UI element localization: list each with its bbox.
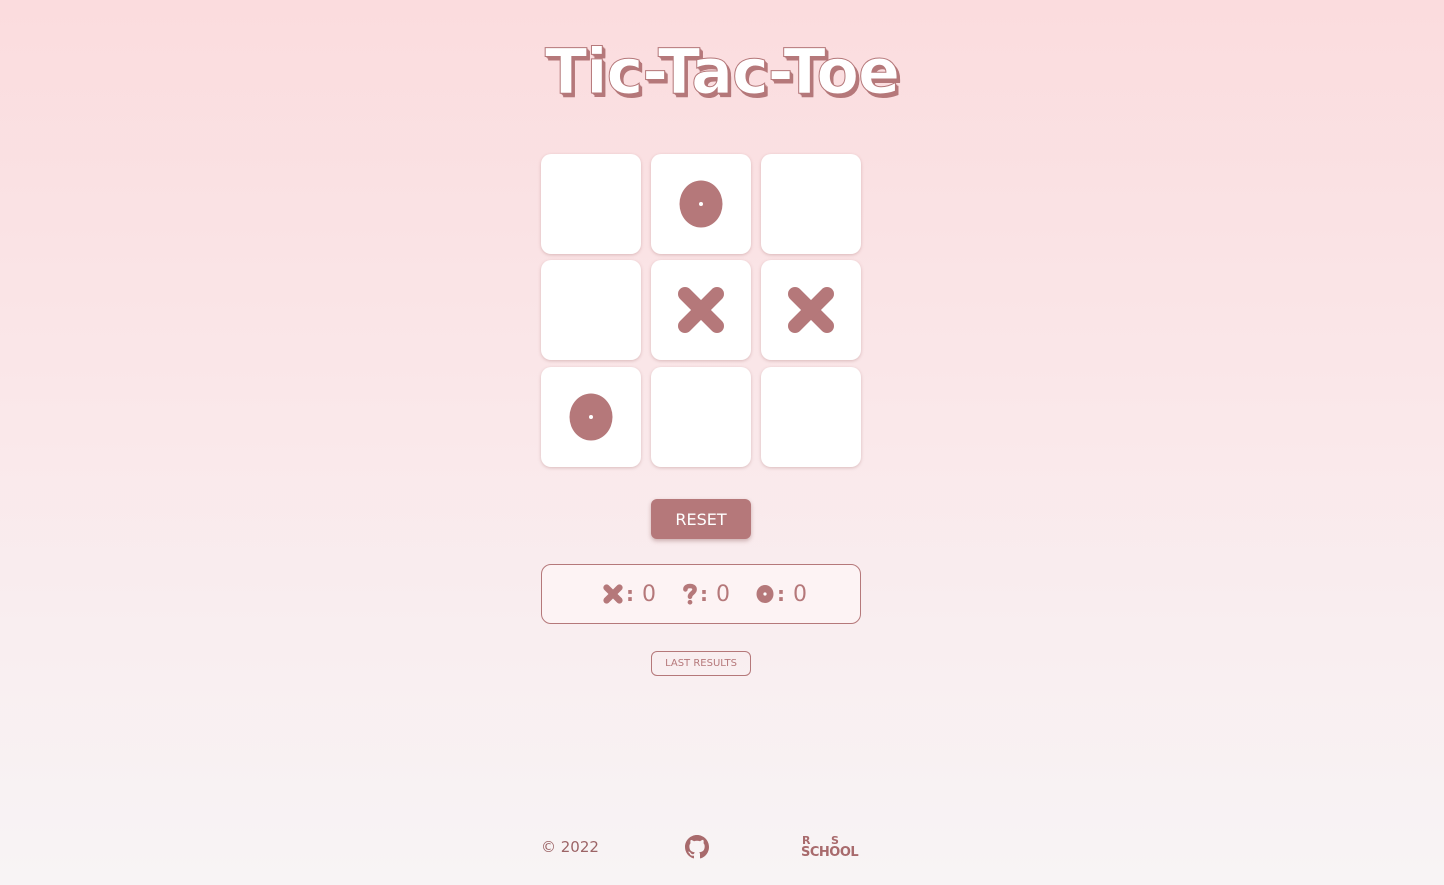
score-x: : 0: [602, 565, 656, 623]
score-draw-value: 0: [716, 581, 730, 607]
score-o-value: 0: [793, 581, 807, 607]
rs-school-logo-school: SCHOOL: [801, 845, 859, 860]
board-cell-6[interactable]: [761, 260, 861, 360]
circle-mark-icon: [679, 180, 723, 228]
score-x-value: 0: [642, 581, 656, 607]
question-mark-icon: [683, 583, 697, 605]
board-cell-1[interactable]: [541, 154, 641, 254]
scoreboard: : 0 : 0 : 0: [541, 564, 861, 624]
github-icon: [685, 835, 709, 859]
game-board: [541, 154, 861, 467]
score-o-colon: :: [777, 582, 785, 606]
copyright-text: © 2022: [541, 838, 599, 856]
circle-mark-icon: [569, 393, 613, 441]
board-cell-4[interactable]: [541, 260, 641, 360]
reset-button[interactable]: RESET: [651, 499, 751, 539]
github-link[interactable]: [685, 835, 709, 859]
score-draw: : 0: [682, 565, 730, 623]
score-x-colon: :: [626, 582, 634, 606]
score-o: : 0: [755, 565, 807, 623]
rs-school-logo[interactable]: R S SCHOOL: [801, 835, 863, 861]
cross-mark-icon: [788, 287, 834, 333]
board-cell-3[interactable]: [761, 154, 861, 254]
page-title: Tic-Tac-Toe: [544, 35, 900, 108]
cross-icon: [603, 584, 623, 604]
board-cell-5[interactable]: [651, 260, 751, 360]
circle-icon: [756, 585, 774, 603]
board-cell-8[interactable]: [651, 367, 751, 467]
board-cell-9[interactable]: [761, 367, 861, 467]
last-results-button[interactable]: LAST RESULTS: [651, 651, 751, 676]
score-draw-colon: :: [700, 582, 708, 606]
board-cell-2[interactable]: [651, 154, 751, 254]
board-cell-7[interactable]: [541, 367, 641, 467]
cross-mark-icon: [678, 287, 724, 333]
